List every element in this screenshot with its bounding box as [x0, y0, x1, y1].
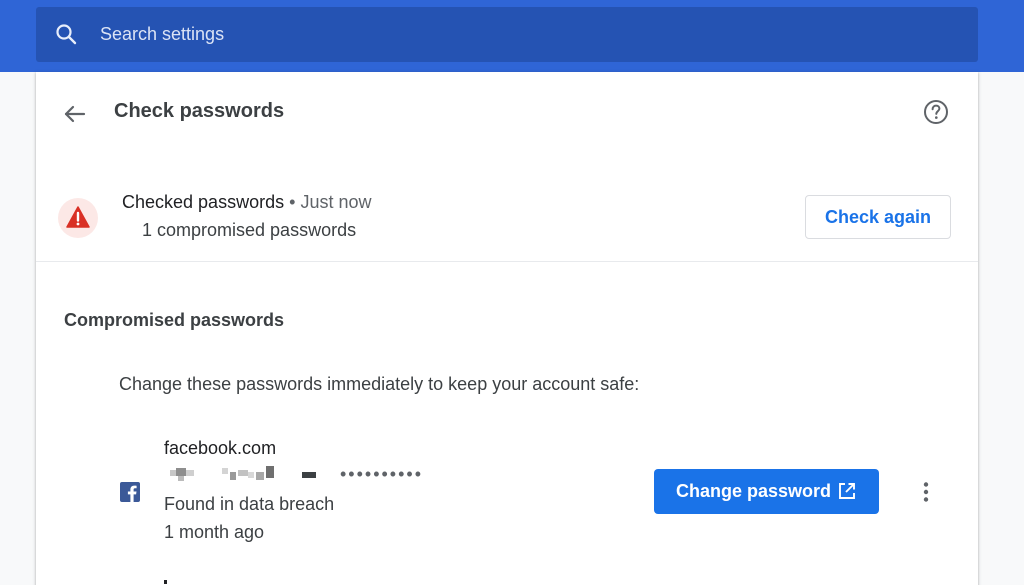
- settings-card: Check passwords Checked passwords • Just…: [36, 72, 978, 585]
- password-mask: ••••••••••: [340, 464, 424, 484]
- page-title: Check passwords: [114, 100, 285, 122]
- more-vert-icon[interactable]: [912, 478, 940, 506]
- breach-status: Found in data breach: [164, 494, 335, 514]
- open-in-new-icon: [839, 483, 855, 499]
- back-arrow-icon[interactable]: [58, 98, 90, 130]
- check-again-button[interactable]: Check again: [805, 195, 951, 239]
- warning-triangle-icon: [58, 198, 98, 238]
- change-password-label: Change password: [676, 481, 832, 501]
- section-heading: Compromised passwords: [64, 310, 285, 330]
- facebook-icon: [120, 482, 140, 502]
- compromised-count: 1 compromised passwords: [142, 220, 357, 240]
- breach-age: 1 month ago: [164, 522, 265, 542]
- site-name: facebook.com: [164, 438, 277, 458]
- search-box[interactable]: [36, 7, 978, 62]
- list-item: facebook.com •••••••••• Found in data br…: [36, 432, 978, 552]
- status-title-text: Checked passwords: [122, 192, 285, 212]
- next-list-item-partial: [164, 580, 167, 584]
- status-separator: •: [289, 192, 296, 212]
- blurred-username: [170, 466, 330, 482]
- section-divider: [36, 261, 978, 262]
- check-status-title: Checked passwords • Just now: [122, 192, 371, 213]
- top-bar: [0, 0, 1024, 72]
- search-icon: [56, 24, 77, 45]
- section-description: Change these passwords immediately to ke…: [119, 374, 640, 394]
- status-time: Just now: [300, 192, 372, 212]
- help-circle-icon[interactable]: [922, 98, 950, 126]
- search-input[interactable]: [100, 7, 940, 62]
- change-password-button[interactable]: Change password: [654, 469, 879, 514]
